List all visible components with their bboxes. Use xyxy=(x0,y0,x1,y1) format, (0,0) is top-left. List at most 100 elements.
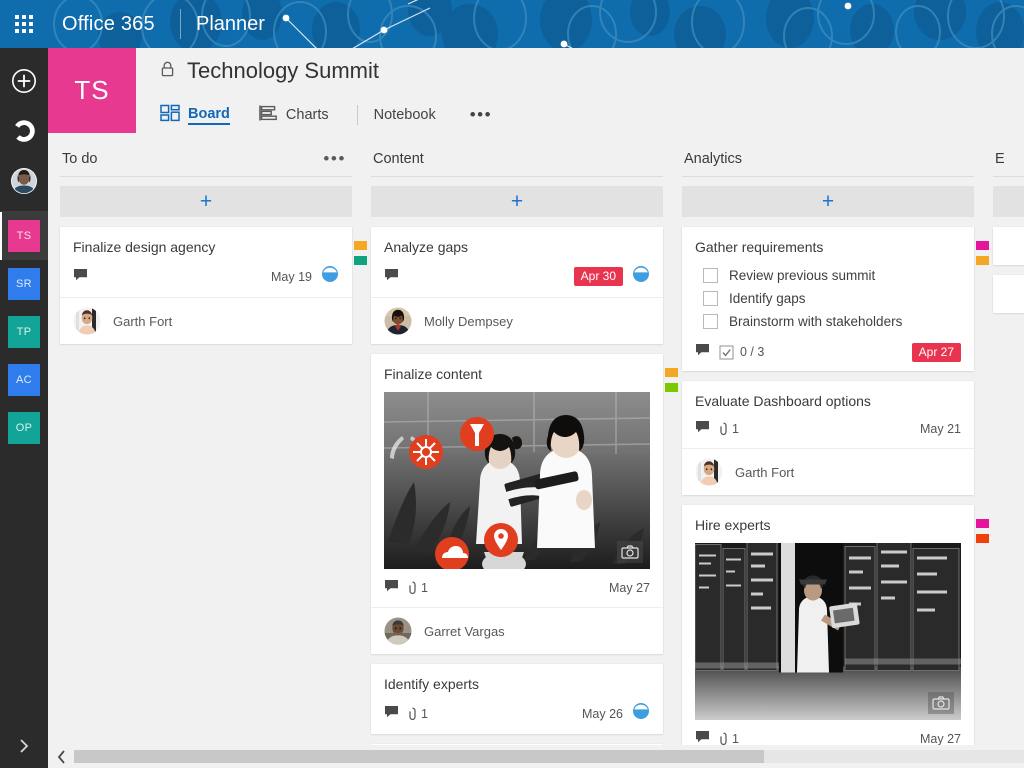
task-card-meta: 1 May 26 xyxy=(384,702,650,725)
tab-notebook[interactable]: Notebook xyxy=(374,101,450,129)
task-title xyxy=(1006,238,1024,256)
task-assignee[interactable]: Garret Vargas xyxy=(371,607,663,654)
task-assignee-name: Molly Dempsey xyxy=(424,313,513,329)
task-label[interactable] xyxy=(976,534,989,543)
scrollbar-track[interactable] xyxy=(74,750,1024,763)
task-assignee[interactable]: Garth Fort xyxy=(682,448,974,495)
attachment-count-value: 1 xyxy=(732,732,739,745)
bucket-name[interactable]: To do xyxy=(62,151,319,167)
sidebar-plan-ts[interactable]: TS xyxy=(0,212,48,260)
task-label[interactable] xyxy=(665,383,678,392)
plan-more-button[interactable]: ••• xyxy=(464,106,498,123)
left-rail: TS SR TP AC OP xyxy=(0,48,48,768)
tab-board[interactable]: Board xyxy=(160,98,244,132)
task-title: Finalize content xyxy=(384,366,483,382)
task-labels xyxy=(976,241,989,265)
task-card-body: Finalize design agency May 19 xyxy=(60,227,352,297)
chevron-right-icon[interactable] xyxy=(0,724,48,768)
scrollbar-thumb[interactable] xyxy=(74,750,764,763)
task-label[interactable] xyxy=(976,241,989,250)
task-attachment-preview[interactable] xyxy=(384,392,650,569)
page-title: Technology Summit xyxy=(187,58,379,83)
add-task-button[interactable]: + xyxy=(60,186,352,217)
task-card[interactable]: Evaluate Dashboard options 1 May 21 Garth… xyxy=(682,381,974,495)
in-progress-icon xyxy=(632,265,650,288)
task-card-meta: Apr 30 xyxy=(384,265,650,288)
plus-circle-icon[interactable] xyxy=(0,57,48,105)
add-task-button[interactable]: + xyxy=(682,186,974,217)
task-title: Analyze gaps xyxy=(384,239,469,255)
bucket: Analytics + Gather requirements Review pre… xyxy=(682,141,989,745)
bucket-name[interactable]: Analytics xyxy=(684,151,972,167)
task-assignee-name: Garth Fort xyxy=(735,464,795,480)
checklist-item-label: Identify gaps xyxy=(729,291,806,306)
task-assignee[interactable]: Molly Dempsey xyxy=(371,297,663,344)
task-card[interactable]: Finalize design agency May 19 Garth Fort xyxy=(60,227,367,344)
task-label[interactable] xyxy=(976,256,989,265)
task-labels xyxy=(665,368,678,392)
board-layout-icon xyxy=(160,104,180,126)
sidebar-plan-sr[interactable]: SR xyxy=(0,260,48,308)
bucket: To do ••• + Finalize design agency May 19 G xyxy=(60,141,367,344)
task-card[interactable]: Identify experts 1 May 26 xyxy=(371,664,663,734)
board-horizontal-scrollbar[interactable] xyxy=(48,745,1024,768)
add-task-button[interactable]: + xyxy=(993,186,1024,217)
app-name-link[interactable]: Planner xyxy=(196,0,265,48)
plan-tile-initials: SR xyxy=(8,268,40,300)
task-card[interactable] xyxy=(993,227,1024,265)
comment-icon xyxy=(73,268,88,286)
sidebar-plan-ac[interactable]: AC xyxy=(0,356,48,404)
app-launcher-waffle-icon[interactable] xyxy=(0,0,48,48)
planner-hub-donut-icon[interactable] xyxy=(0,107,48,155)
task-card-meta: 1 May 27 xyxy=(695,729,961,745)
bucket-name[interactable]: Content xyxy=(373,151,661,167)
task-card-meta: May 19 xyxy=(73,265,339,288)
tab-charts[interactable]: Charts xyxy=(258,98,343,132)
tab-board-label: Board xyxy=(188,106,230,125)
in-progress-icon xyxy=(632,702,650,725)
plan-tabs: Board Charts Notebook ••• xyxy=(160,98,498,132)
attachment-count: 1 xyxy=(408,707,428,721)
office-brand-link[interactable]: Office 365 xyxy=(62,0,155,48)
attachment-count-value: 1 xyxy=(421,581,428,595)
chevron-left-icon[interactable] xyxy=(48,749,74,765)
plus-icon: + xyxy=(510,189,524,213)
task-card-body: Identify experts 1 May 26 xyxy=(371,664,663,734)
suite-divider xyxy=(180,9,181,39)
checkbox-icon[interactable] xyxy=(703,291,718,306)
checklist-item[interactable]: Brainstorm with stakeholders xyxy=(695,310,961,333)
plan-header: TS Technology Summit Board Charts Notebo… xyxy=(48,48,1024,141)
task-attachment-preview[interactable] xyxy=(695,543,961,720)
bucket-more-button[interactable]: ••• xyxy=(319,150,350,167)
bucket-header: Analytics xyxy=(682,141,974,177)
task-labels xyxy=(354,241,367,265)
task-card[interactable]: Finalize content 1 May 27 Garret Vargas xyxy=(371,354,678,654)
user-avatar-icon[interactable] xyxy=(0,157,48,205)
task-card[interactable]: Gather requirements Review previous summ… xyxy=(682,227,989,371)
checkbox-icon[interactable] xyxy=(703,314,718,329)
bucket: Content + Analyze gaps Apr 30 Molly Dempse xyxy=(371,141,678,745)
task-card-body: Finalize content 1 May 27 xyxy=(371,354,663,607)
task-label[interactable] xyxy=(976,519,989,528)
task-card[interactable]: Analyze gaps Apr 30 Molly Dempsey xyxy=(371,227,663,344)
bucket-name[interactable]: E xyxy=(995,151,1024,167)
checklist-item[interactable]: Identify gaps xyxy=(695,287,961,310)
comment-icon xyxy=(695,420,710,438)
task-card[interactable] xyxy=(993,275,1024,313)
task-label[interactable] xyxy=(354,256,367,265)
task-card[interactable]: Hire experts 1 May 27 xyxy=(682,505,989,745)
bar-chart-icon xyxy=(258,104,278,126)
sidebar-plan-tp[interactable]: TP xyxy=(0,308,48,356)
task-title: Gather requirements xyxy=(695,239,824,255)
task-assignee[interactable]: Garth Fort xyxy=(60,297,352,344)
rail-plan-list: TS SR TP AC OP xyxy=(0,212,48,452)
add-task-button[interactable]: + xyxy=(371,186,663,217)
task-label[interactable] xyxy=(354,241,367,250)
checkbox-icon[interactable] xyxy=(703,268,718,283)
bucket: E+ xyxy=(993,141,1024,313)
tabs-divider xyxy=(356,105,358,125)
task-label[interactable] xyxy=(665,368,678,377)
task-board: To do ••• + Finalize design agency May 19 G xyxy=(48,141,1024,745)
checklist-item[interactable]: Review previous summit xyxy=(695,264,961,287)
sidebar-plan-op[interactable]: OP xyxy=(0,404,48,452)
